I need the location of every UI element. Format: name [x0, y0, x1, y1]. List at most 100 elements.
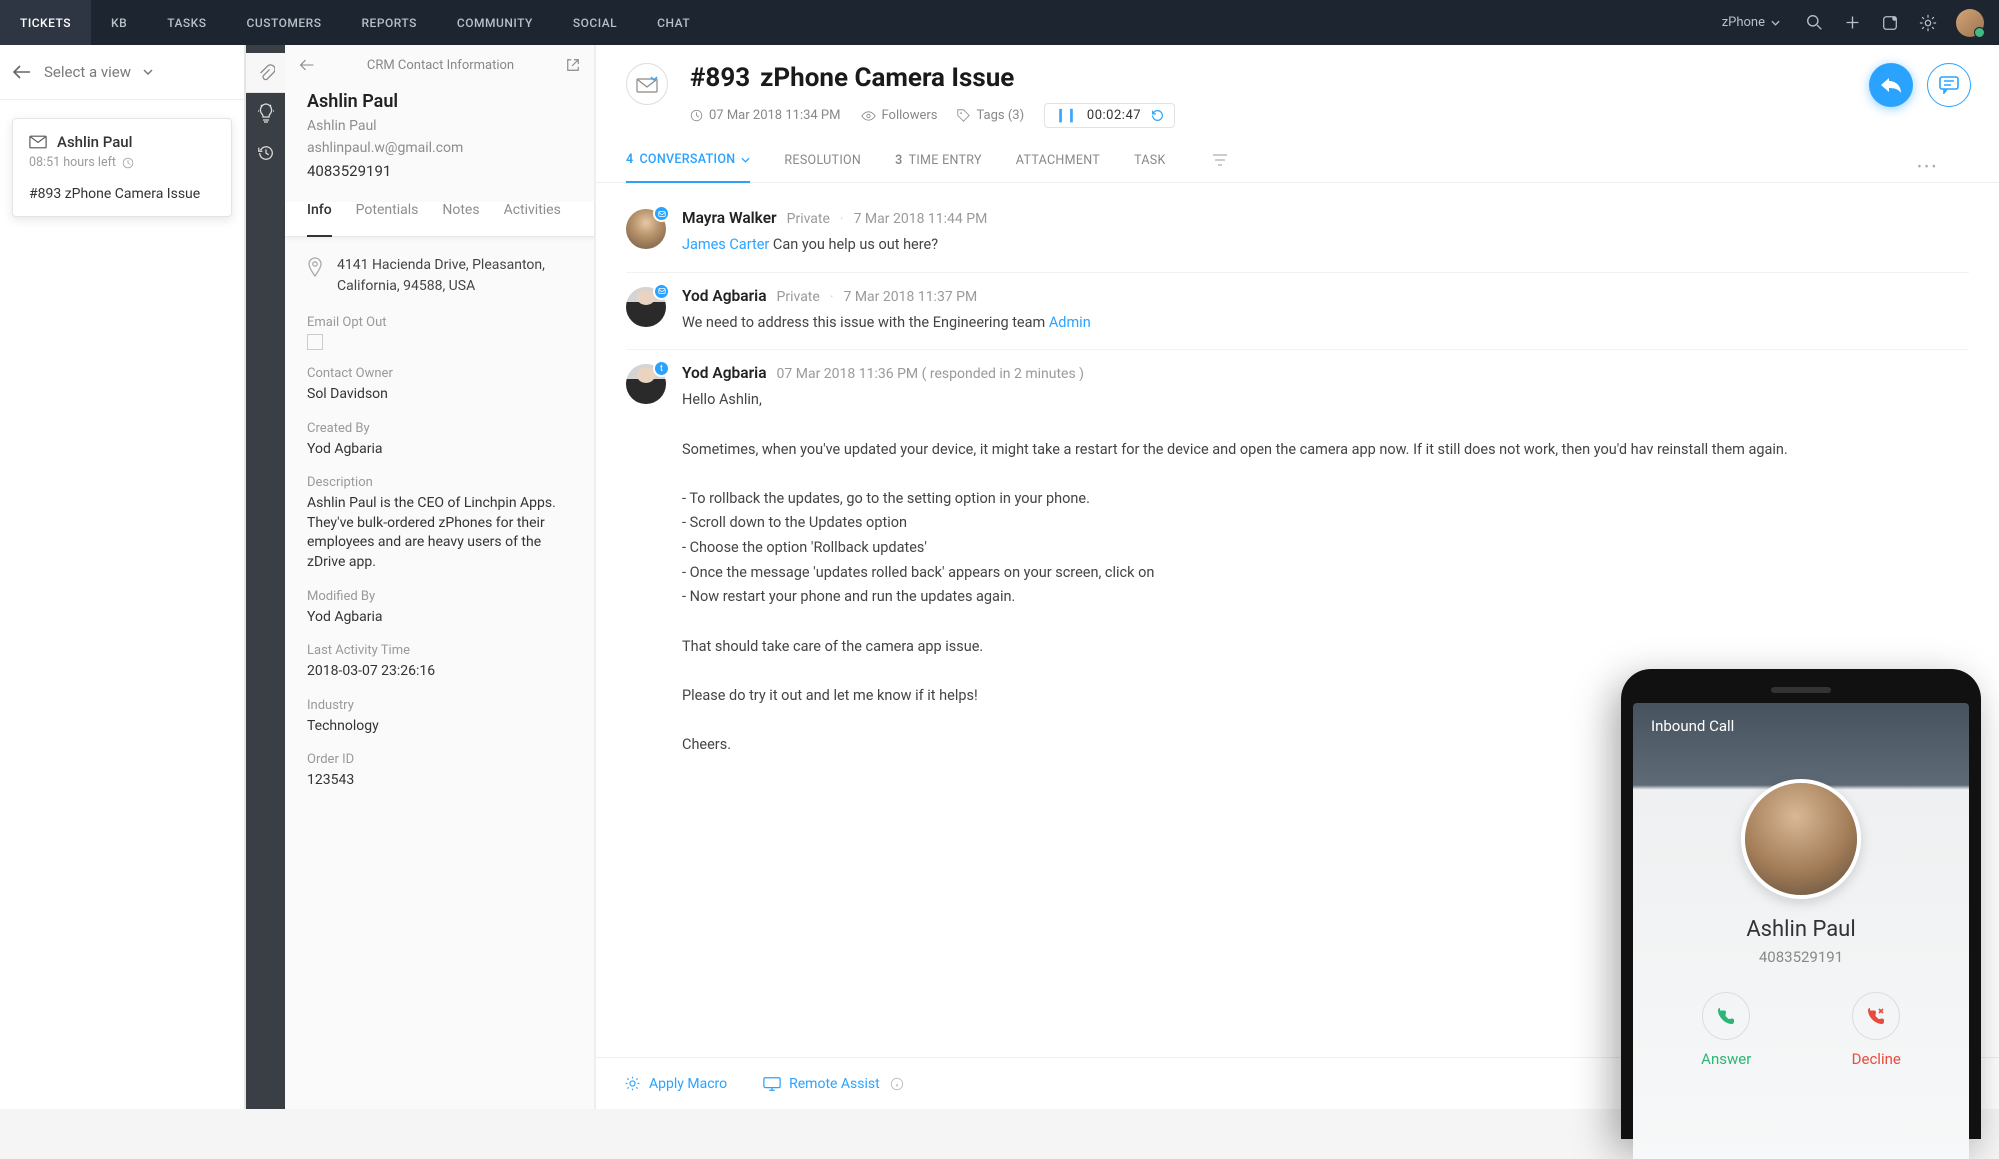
tab-resolution[interactable]: RESOLUTION [784, 153, 861, 182]
phone-answer-icon [1702, 992, 1750, 1040]
caller-avatar [1741, 779, 1861, 899]
crm-field-label: Created By [307, 421, 572, 436]
crm-field-label: Email Opt Out [307, 315, 572, 330]
rail-lightbulb-icon[interactable] [246, 93, 286, 133]
filter-icon[interactable] [1212, 154, 1228, 180]
department-dropdown[interactable]: zPhone [1708, 15, 1794, 30]
ticket-list-item[interactable]: Ashlin Paul 08:51 hours left #893 zPhone… [12, 118, 232, 217]
email-opt-out-checkbox[interactable] [307, 334, 323, 350]
tab-time-entry[interactable]: 3 TIME ENTRY [895, 153, 982, 182]
crm-back-icon[interactable] [299, 59, 315, 71]
nav-tab-social[interactable]: SOCIAL [553, 0, 637, 45]
tab-label: TIME ENTRY [909, 153, 982, 168]
message-privacy: Private [787, 211, 830, 227]
pause-button[interactable]: ❙❙ [1055, 108, 1077, 123]
message-time: 7 Mar 2018 11:44 PM [854, 211, 988, 227]
mention-link[interactable]: Admin [1049, 314, 1091, 331]
crm-field-value: 2018-03-07 23:26:16 [307, 662, 572, 682]
crm-tab-activities[interactable]: Activities [504, 202, 561, 226]
caller-number: 4083529191 [1651, 948, 1951, 966]
decline-call-button[interactable]: Decline [1852, 992, 1901, 1068]
ticket-time-left: 08:51 hours left [29, 155, 116, 170]
mail-icon [29, 135, 47, 149]
clock-icon [690, 109, 703, 122]
clock-icon [122, 157, 134, 169]
ticket-detail: #893zPhone Camera Issue 07 Mar 2018 11:3… [595, 45, 1999, 1109]
message-body: James Carter Can you help us out here? [682, 233, 1969, 258]
ticket-contact-name: Ashlin Paul [57, 133, 132, 151]
timer: ❙❙ 00:02:47 [1044, 103, 1175, 128]
reply-button[interactable] [1869, 63, 1913, 107]
gear-icon[interactable] [1910, 0, 1946, 45]
caller-name: Ashlin Paul [1651, 917, 1951, 942]
crm-tab-info[interactable]: Info [307, 202, 332, 237]
pin-icon [307, 257, 323, 277]
message-time: 07 Mar 2018 11:36 PM ( responded in 2 mi… [777, 366, 1085, 382]
monitor-icon [763, 1076, 781, 1092]
tags-link[interactable]: Tags (3) [957, 108, 1024, 123]
nav-tab-kb[interactable]: KB [91, 0, 147, 45]
ticket-subject: #893 zPhone Camera Issue [29, 186, 215, 202]
tab-label: CONVERSATION [639, 152, 735, 167]
rail-attachment-icon[interactable] [246, 53, 286, 93]
ticket-tabs: 4 CONVERSATION RESOLUTION 3 TIME ENTRY A… [626, 152, 1969, 182]
tab-count: 4 [626, 152, 633, 167]
crm-contact-name: Ashlin Paul [307, 91, 572, 112]
crm-field-value: Ashlin Paul is the CEO of Linchpin Apps.… [307, 494, 572, 572]
remote-assist-button[interactable]: Remote Assist [763, 1076, 904, 1092]
channel-badge-icon: t [653, 360, 670, 377]
crm-tabs: Info Potentials Notes Activities [285, 202, 594, 237]
crm-tab-notes[interactable]: Notes [442, 202, 479, 226]
tab-conversation[interactable]: 4 CONVERSATION [626, 152, 750, 183]
comment-button[interactable] [1927, 63, 1971, 107]
crm-field-value: 123543 [307, 771, 572, 791]
call-header: Inbound Call [1651, 717, 1951, 735]
apply-macro-button[interactable]: Apply Macro [624, 1075, 727, 1092]
followers-link[interactable]: Followers [861, 108, 938, 123]
plus-icon[interactable] [1834, 0, 1870, 45]
profile-avatar[interactable] [1956, 9, 1984, 37]
nav-tab-customers[interactable]: CUSTOMERS [227, 0, 342, 45]
channel-badge-icon [653, 283, 670, 300]
rail-history-icon[interactable] [246, 133, 286, 173]
message-privacy: Private [777, 289, 820, 305]
external-link-icon[interactable] [566, 58, 580, 72]
decline-label: Decline [1852, 1050, 1901, 1068]
nav-tab-reports[interactable]: REPORTS [342, 0, 437, 45]
crm-address: 4141 Hacienda Drive, Pleasanton, Califor… [337, 255, 572, 297]
eye-icon [861, 110, 876, 122]
crm-field-value: Technology [307, 717, 572, 737]
answer-call-button[interactable]: Answer [1701, 992, 1751, 1068]
notification-icon[interactable] [1872, 0, 1908, 45]
search-icon[interactable] [1796, 0, 1832, 45]
side-rail [245, 45, 285, 1109]
more-icon[interactable]: ••• [1917, 160, 1939, 175]
crm-field-label: Modified By [307, 589, 572, 604]
timer-value: 00:02:47 [1087, 108, 1141, 123]
crm-field-value: Yod Agbaria [307, 608, 572, 628]
tab-task[interactable]: TASK [1134, 153, 1166, 182]
crm-field-label: Last Activity Time [307, 643, 572, 658]
department-label: zPhone [1722, 15, 1765, 30]
view-selector[interactable]: Select a view [0, 45, 244, 100]
chevron-down-icon [741, 157, 750, 163]
crm-tab-potentials[interactable]: Potentials [356, 202, 419, 226]
nav-tab-chat[interactable]: CHAT [637, 0, 710, 45]
nav-tab-tasks[interactable]: TASKS [147, 0, 226, 45]
tag-icon [957, 109, 970, 122]
remote-assist-label: Remote Assist [789, 1076, 880, 1092]
inbound-call-widget: Inbound Call Ashlin Paul 4083529191 Answ… [1621, 669, 1981, 1139]
mention-link[interactable]: James Carter [682, 236, 769, 253]
tab-attachment[interactable]: ATTACHMENT [1016, 153, 1100, 182]
back-arrow-icon[interactable] [12, 65, 32, 79]
ticket-title: #893zPhone Camera Issue [690, 63, 1175, 93]
refresh-icon[interactable] [1151, 109, 1164, 122]
thread-message: Mayra WalkerPrivate·7 Mar 2018 11:44 PM … [626, 195, 1969, 273]
nav-tab-community[interactable]: COMMUNITY [437, 0, 553, 45]
channel-badge-icon [653, 205, 670, 222]
apply-macro-label: Apply Macro [649, 1076, 727, 1092]
ticket-created-time: 07 Mar 2018 11:34 PM [690, 108, 841, 123]
crm-info-body: 4141 Hacienda Drive, Pleasanton, Califor… [285, 237, 594, 1109]
crm-contact-phone: 4083529191 [307, 162, 572, 180]
nav-tab-tickets[interactable]: TICKETS [0, 0, 91, 45]
